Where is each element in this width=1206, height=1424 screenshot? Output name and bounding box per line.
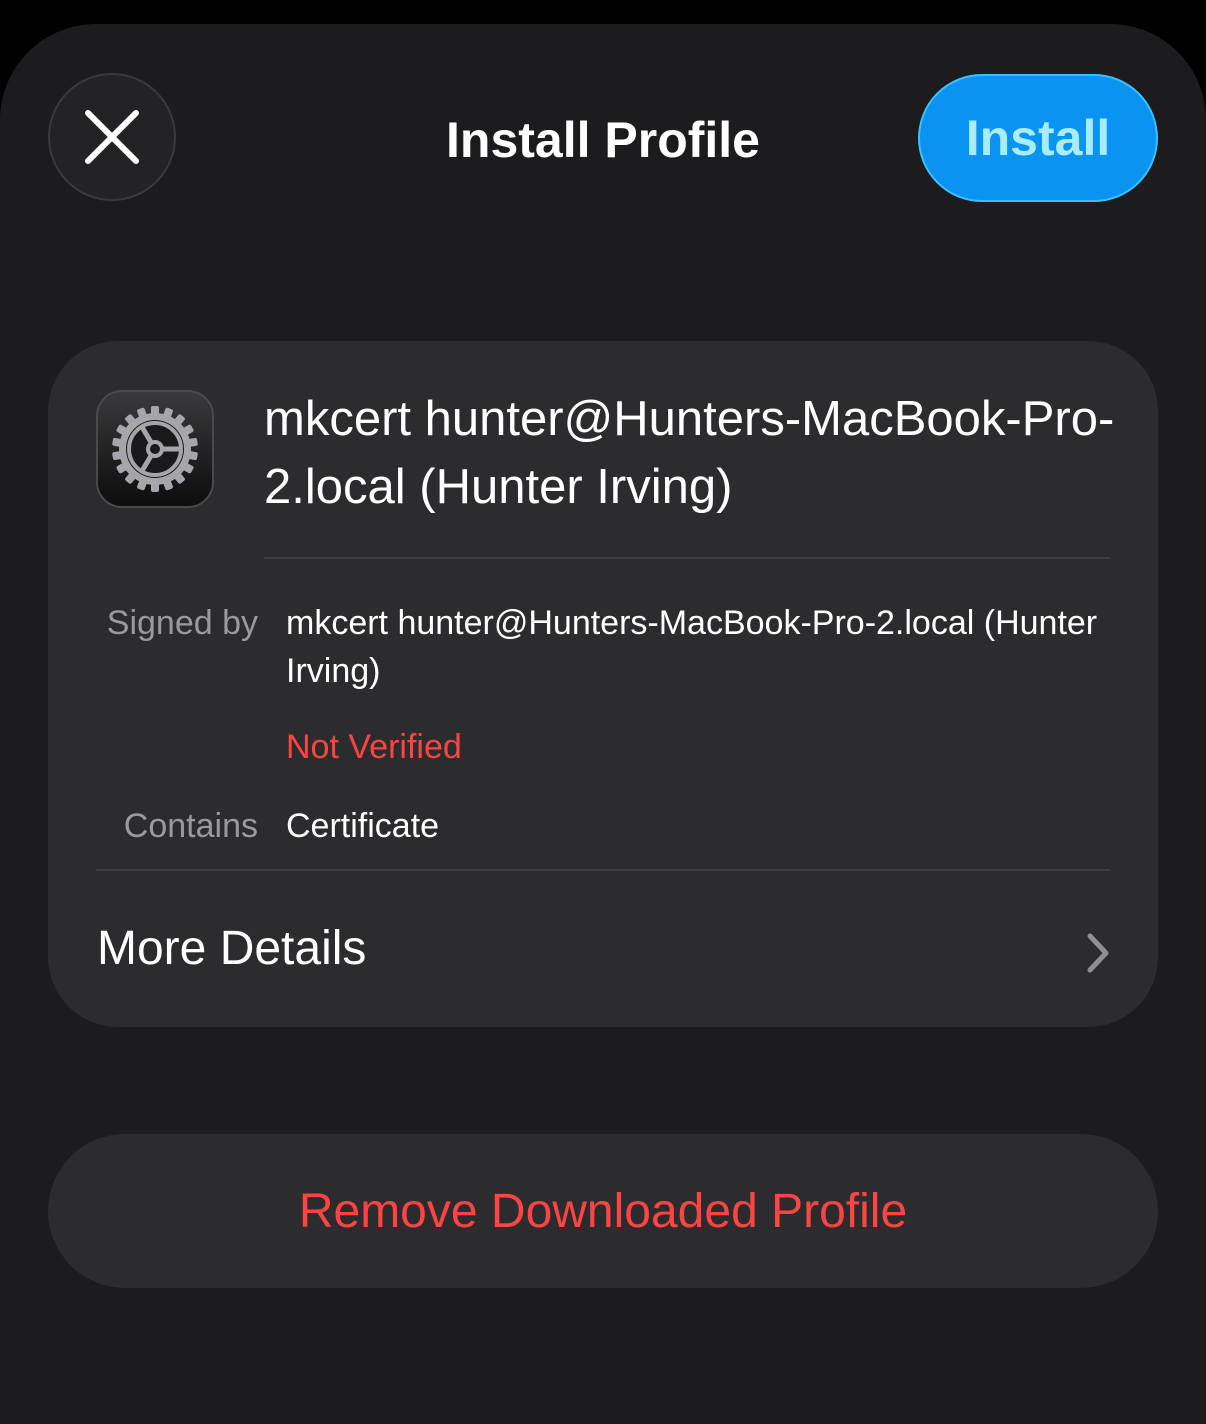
divider — [264, 557, 1110, 559]
settings-gear-icon — [112, 406, 198, 492]
profile-name: mkcert hunter@Hunters-MacBook-Pro-2.loca… — [264, 392, 1115, 514]
contains-value: Certificate — [286, 807, 440, 845]
signed-by-value: mkcert hunter@Hunters-MacBook-Pro-2.loca… — [286, 604, 1098, 690]
profile-card: mkcert hunter@Hunters-MacBook-Pro-2.loca… — [48, 341, 1158, 1027]
contains-label: Contains — [123, 807, 258, 845]
more-details-label: More Details — [97, 922, 367, 975]
chevron-right-icon — [1087, 933, 1109, 973]
settings-app-icon — [96, 390, 214, 508]
verification-status: Not Verified — [286, 728, 462, 766]
install-button[interactable]: Install — [918, 74, 1158, 202]
more-details-row[interactable]: More Details — [48, 871, 1158, 1027]
remove-profile-button[interactable]: Remove Downloaded Profile — [48, 1134, 1158, 1288]
signed-by-label: Signed by — [106, 604, 258, 642]
install-profile-sheet: Install Profile Install mkcert hunter@Hu… — [0, 24, 1206, 1424]
